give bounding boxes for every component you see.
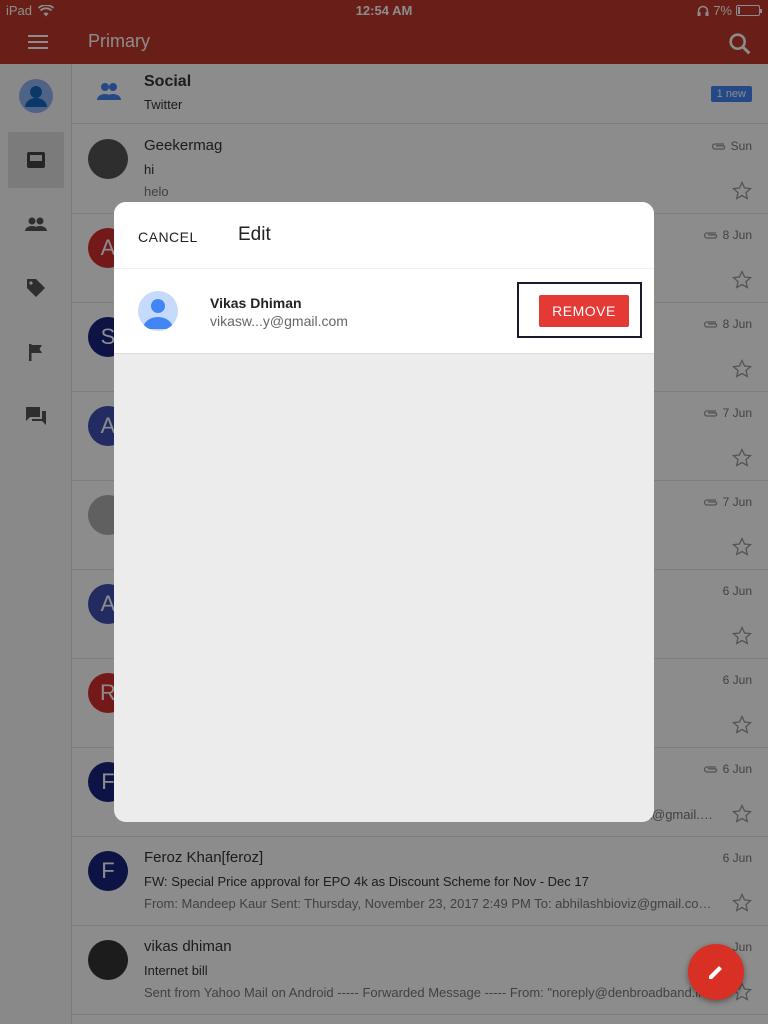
dialog-header: CANCEL Edit	[114, 202, 654, 268]
account-row: Vikas Dhiman vikasw...y@gmail.com REMOVE	[114, 268, 654, 354]
account-email: vikasw...y@gmail.com	[210, 313, 348, 329]
account-avatar-icon	[138, 291, 178, 331]
cancel-button[interactable]: CANCEL	[138, 229, 198, 245]
remove-button[interactable]: REMOVE	[539, 295, 629, 327]
compose-button[interactable]	[688, 944, 744, 1000]
pencil-icon	[709, 966, 722, 979]
dialog-title: Edit	[238, 224, 271, 245]
edit-accounts-dialog: CANCEL Edit Vikas Dhiman vikasw...y@gmai…	[114, 202, 654, 822]
account-name: Vikas Dhiman	[210, 295, 302, 311]
